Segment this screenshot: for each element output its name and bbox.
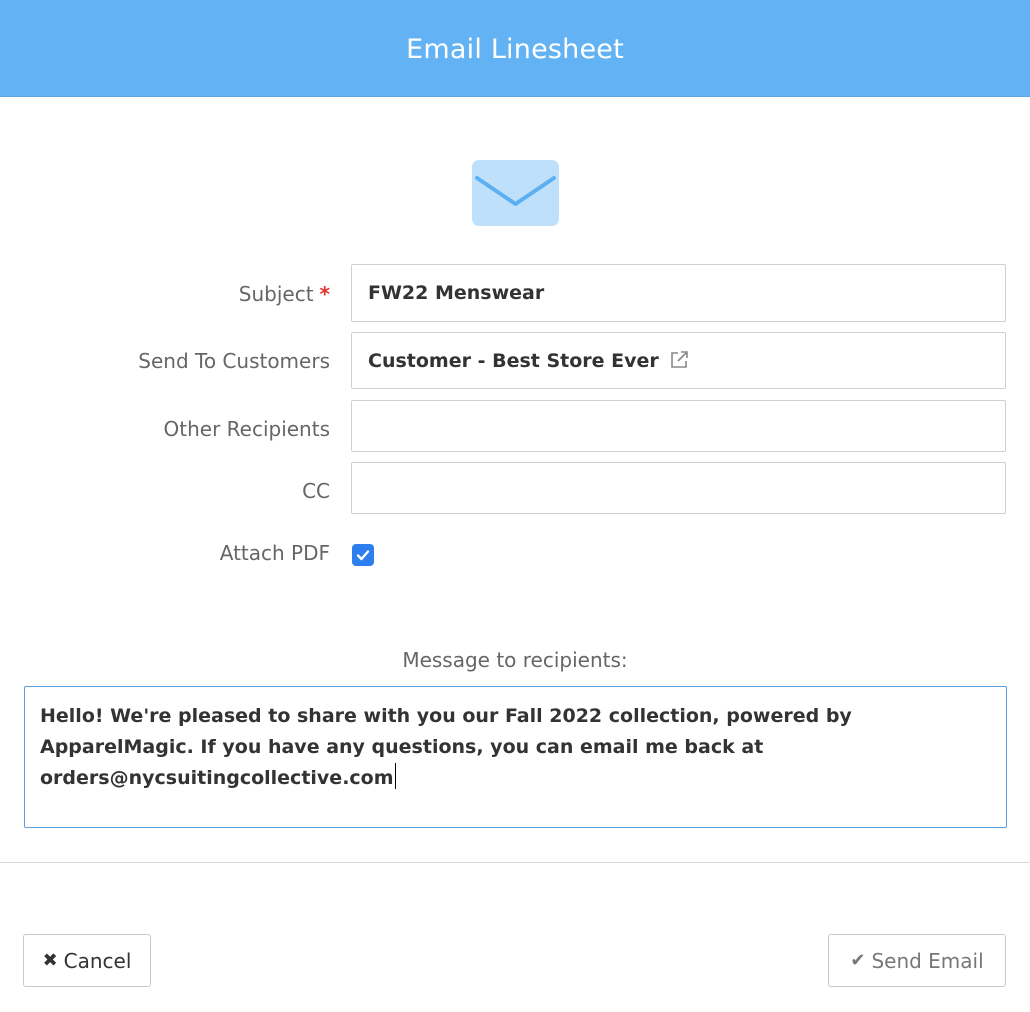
attach-pdf-checkbox[interactable]	[352, 544, 374, 566]
subject-label: Subject *	[239, 282, 330, 306]
message-label: Message to recipients:	[402, 648, 628, 672]
footer-divider	[0, 862, 1030, 863]
attach-pdf-label: Attach PDF	[219, 541, 330, 565]
subject-value: FW22 Menswear	[368, 282, 545, 304]
send-to-customers-label: Send To Customers	[138, 349, 330, 373]
check-icon: ✔	[850, 950, 866, 971]
subject-label-text: Subject	[238, 282, 314, 306]
other-recipients-input[interactable]	[351, 400, 1006, 452]
envelope-icon	[472, 160, 559, 226]
external-link-icon[interactable]	[669, 350, 689, 370]
subject-input[interactable]: FW22 Menswear	[351, 264, 1006, 322]
send-email-button[interactable]: ✔ Send Email	[828, 934, 1006, 987]
checkmark-icon	[356, 550, 370, 561]
dialog-header: Email Linesheet	[0, 0, 1030, 97]
cc-input[interactable]	[351, 462, 1006, 514]
times-icon: ✖	[42, 950, 58, 971]
send-to-customers-field[interactable]: Customer - Best Store Ever	[351, 332, 1006, 389]
dialog-title: Email Linesheet	[406, 33, 624, 65]
email-linesheet-dialog: Email Linesheet Subject * FW22 Menswear S…	[0, 0, 1030, 1012]
message-textarea[interactable]: Hello! We're pleased to share with you o…	[24, 686, 1007, 828]
required-marker: *	[319, 282, 330, 306]
send-email-button-label: Send Email	[871, 948, 984, 973]
customer-link[interactable]: Customer - Best Store Ever	[368, 350, 659, 372]
cancel-button[interactable]: ✖ Cancel	[23, 934, 151, 987]
cancel-button-label: Cancel	[63, 948, 132, 973]
message-text: Hello! We're pleased to share with you o…	[40, 705, 852, 789]
text-caret	[394, 763, 396, 789]
other-recipients-label: Other Recipients	[163, 417, 331, 441]
cc-label: CC	[302, 479, 330, 503]
